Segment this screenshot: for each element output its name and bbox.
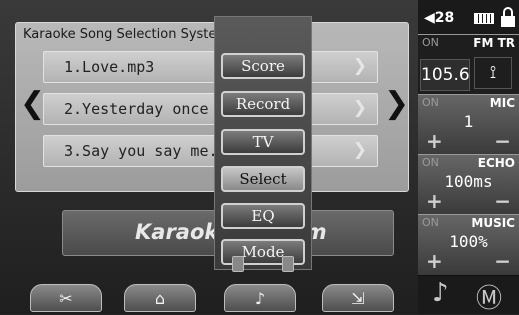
arrow-out-icon: ⇲ <box>351 288 365 308</box>
status-bar: ◀28 <box>418 0 519 34</box>
echo-label: ECHO <box>477 156 515 170</box>
menu-item-select[interactable]: Select <box>221 166 305 192</box>
chevron-right-icon: ❯ <box>352 98 367 118</box>
echo-on-label: ON <box>422 156 439 169</box>
chevron-right-icon: ❯ <box>352 56 367 76</box>
music-box[interactable]: ON MUSIC 100% + − <box>418 214 519 276</box>
song-list-window: Karaoke Song Selection System 1.Love.mp3… <box>15 22 409 192</box>
music-on-label: ON <box>422 216 439 229</box>
menu-foot <box>282 256 294 272</box>
music-note-icon: ♪ <box>254 288 266 308</box>
antenna-icon: ⟟ <box>474 57 512 89</box>
echo-minus-button[interactable]: − <box>494 189 511 213</box>
mic-box[interactable]: ON MIC 1 + − <box>418 94 519 156</box>
fm-frequency: 105.6 <box>420 59 470 91</box>
fm-transmitter-box[interactable]: ON FM TR 105.6 ⟟ <box>418 34 519 96</box>
menu-item-tv[interactable]: TV <box>221 129 305 155</box>
fm-on-label: ON <box>422 36 439 49</box>
song-label: 1.Love.mp3 <box>64 58 155 76</box>
tools-icon: ✂ <box>59 288 73 308</box>
mic-label: MIC <box>489 96 515 110</box>
music-note-icon[interactable]: ♪ <box>432 278 449 308</box>
search-m-icon[interactable]: Ⓜ <box>476 278 502 315</box>
arrow-out-button[interactable]: ⇲ <box>322 284 394 312</box>
chevron-left-icon[interactable]: ❮ <box>20 86 45 121</box>
chevron-right-icon[interactable]: ❯ <box>384 86 409 121</box>
tools-button[interactable]: ✂ <box>30 284 102 312</box>
menu-foot <box>232 256 244 272</box>
mic-on-label: ON <box>422 96 439 109</box>
menu-popup: Score Record TV Select EQ Mode <box>214 16 312 270</box>
song-row-2[interactable]: 2.Yesterday once more.mp3 ❯ <box>43 93 378 125</box>
microphone-button[interactable]: ⌂ <box>124 284 196 312</box>
song-row-1[interactable]: 1.Love.mp3 ❯ <box>43 51 378 83</box>
right-status-panel: ◀28 ON FM TR 105.6 ⟟ ON MIC 1 + − ON ECH… <box>418 0 519 314</box>
menu-item-eq[interactable]: EQ <box>221 203 305 229</box>
fm-label: FM TR <box>473 36 515 50</box>
chevron-right-icon: ❯ <box>352 140 367 160</box>
song-row-3[interactable]: 3.Say you say me.mp3 ❯ <box>43 135 378 167</box>
menu-item-score[interactable]: Score <box>221 53 305 79</box>
music-minus-button[interactable]: − <box>494 249 511 273</box>
echo-box[interactable]: ON ECHO 100ms + − <box>418 154 519 216</box>
echo-plus-button[interactable]: + <box>426 189 443 213</box>
mic-plus-button[interactable]: + <box>426 129 443 153</box>
music-label: MUSIC <box>471 216 515 230</box>
karaoke-main-panel: Karaoke Song Selection System 1.Love.mp3… <box>0 0 418 314</box>
volume-indicator: ◀28 <box>424 10 455 26</box>
battery-icon <box>474 13 494 24</box>
music-note-button[interactable]: ♪ <box>224 284 296 312</box>
footer-icons: ♪ Ⓜ <box>418 276 519 314</box>
song-list-title: Karaoke Song Selection System <box>23 27 230 42</box>
microphone-icon: ⌂ <box>154 288 166 308</box>
menu-item-record[interactable]: Record <box>221 91 305 117</box>
lock-icon <box>501 7 515 27</box>
mic-minus-button[interactable]: − <box>494 129 511 153</box>
music-plus-button[interactable]: + <box>426 249 443 273</box>
